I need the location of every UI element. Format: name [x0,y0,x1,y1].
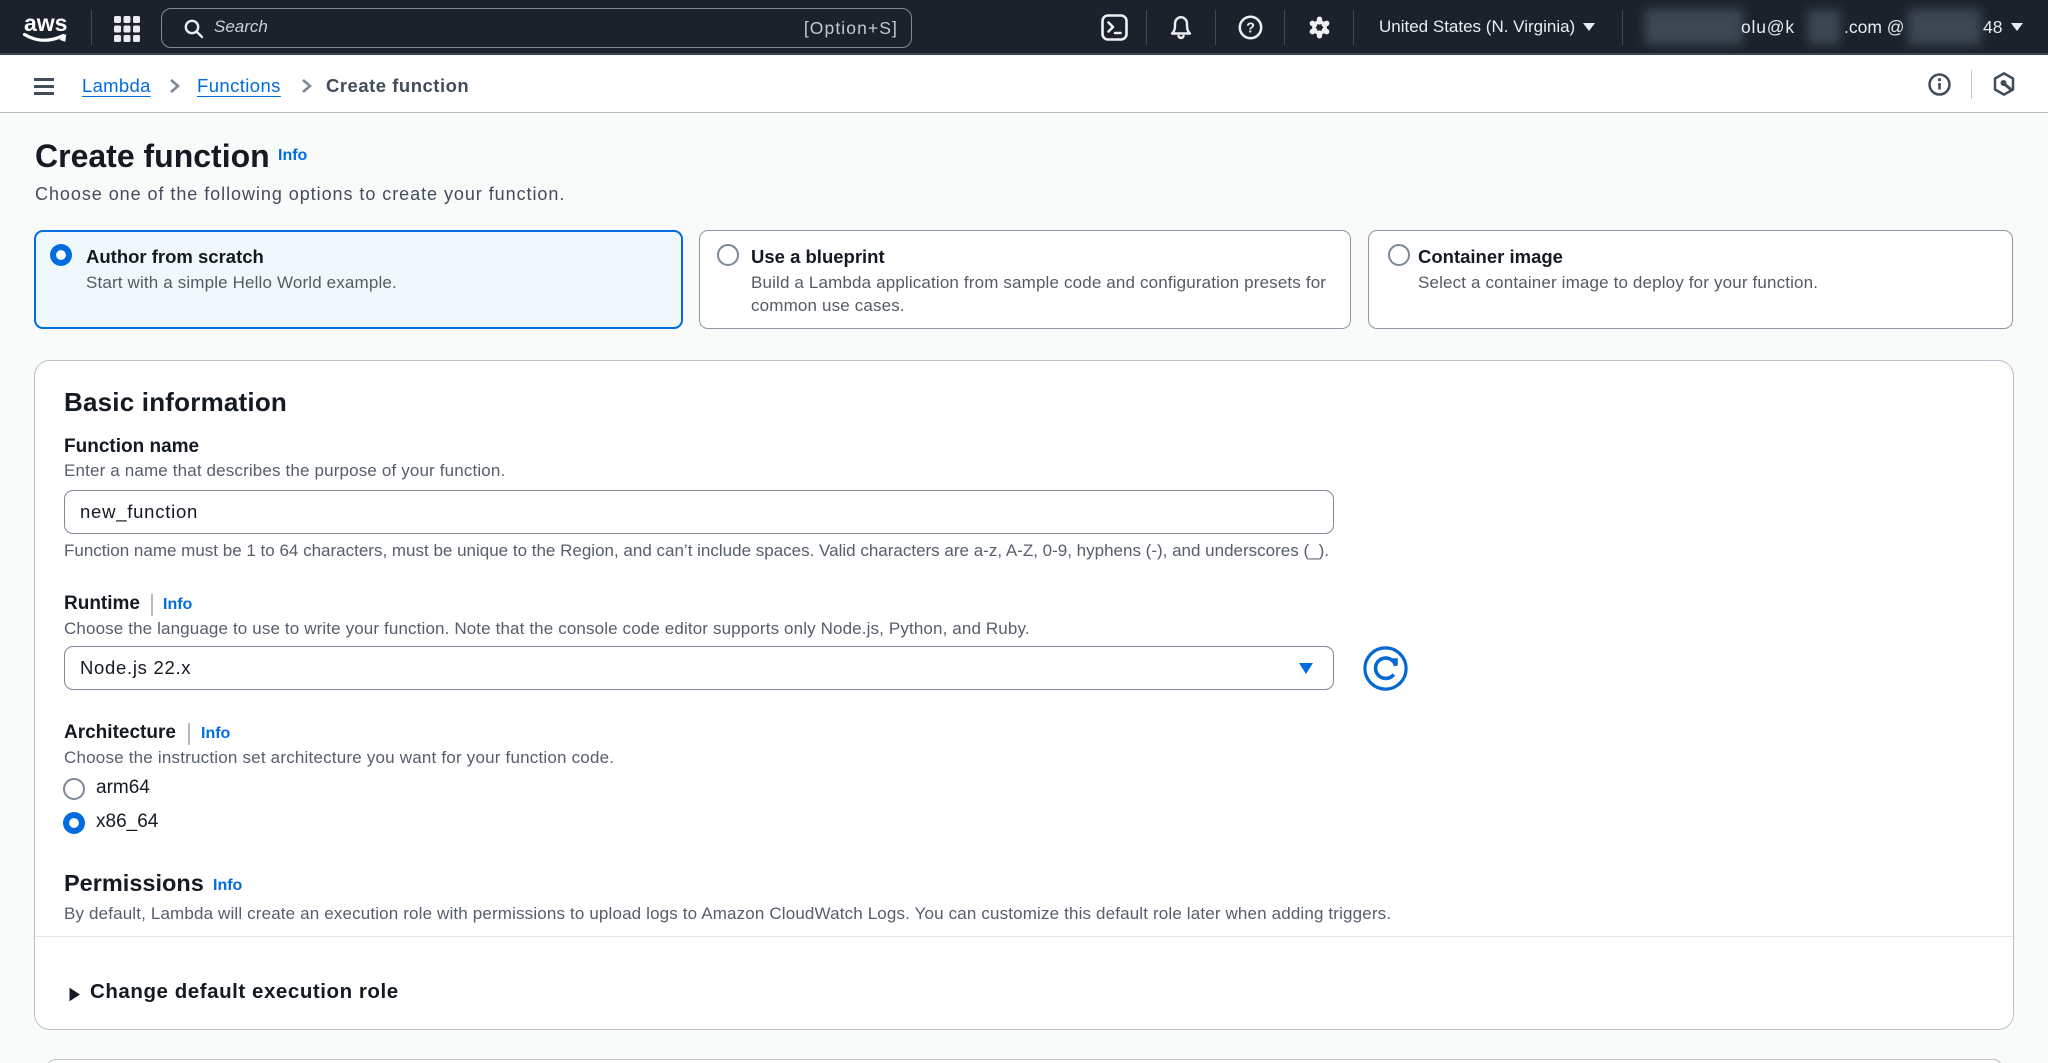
svg-text:aws: aws [24,10,67,36]
svg-text:?: ? [1246,21,1255,37]
